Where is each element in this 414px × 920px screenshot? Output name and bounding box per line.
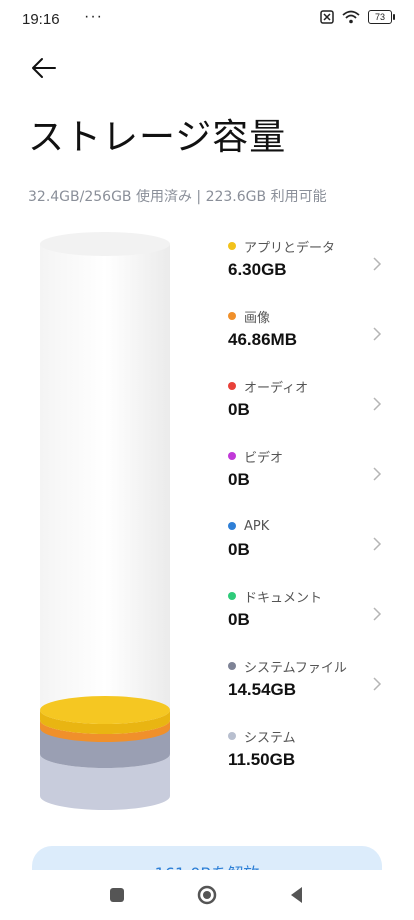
chevron-right-icon <box>373 467 382 481</box>
chevron-right-icon <box>373 677 382 691</box>
storage-cylinder-chart <box>40 232 170 810</box>
category-color-dot <box>228 382 236 390</box>
system-nav-bar <box>0 870 414 920</box>
category-system-files[interactable]: システムファイル 14.54GB <box>228 656 388 726</box>
chevron-right-icon <box>373 327 382 341</box>
category-color-dot <box>228 662 236 670</box>
category-label: ビデオ <box>244 450 284 466</box>
category-images[interactable]: 画像 46.86MB <box>228 306 388 376</box>
category-system: システム 11.50GB <box>228 726 388 796</box>
category-apps-data[interactable]: アプリとデータ 6.30GB <box>228 236 388 306</box>
category-apk[interactable]: APK 0B <box>228 516 388 586</box>
chevron-right-icon <box>373 537 382 551</box>
category-size: 0B <box>228 540 250 559</box>
storage-category-list: アプリとデータ 6.30GB 画像 46.86MB オーディオ 0B ビデオ 0… <box>228 236 388 796</box>
back-nav-button[interactable] <box>286 884 308 906</box>
status-icons: 73 <box>320 10 395 24</box>
category-size: 0B <box>228 400 250 419</box>
storage-summary: 32.4GB/256GB 使用済み | 223.6GB 利用可能 <box>28 189 327 205</box>
battery-icon: 73 <box>368 10 395 24</box>
category-color-dot <box>228 312 236 320</box>
category-size: 11.50GB <box>228 750 296 769</box>
category-label: ドキュメント <box>244 590 323 606</box>
category-size: 0B <box>228 610 250 629</box>
back-button[interactable] <box>30 54 58 82</box>
home-button[interactable] <box>196 884 218 906</box>
page-title: ストレージ容量 <box>28 117 287 158</box>
category-color-dot <box>228 592 236 600</box>
category-size: 0B <box>228 470 250 489</box>
category-label: APK <box>244 518 270 534</box>
category-video[interactable]: ビデオ 0B <box>228 446 388 516</box>
category-documents[interactable]: ドキュメント 0B <box>228 586 388 656</box>
category-color-dot <box>228 242 236 250</box>
category-label: システムファイル <box>244 660 347 676</box>
notification-more-icon: ··· <box>84 8 103 25</box>
category-color-dot <box>228 452 236 460</box>
category-size: 6.30GB <box>228 260 287 279</box>
category-audio[interactable]: オーディオ 0B <box>228 376 388 446</box>
category-size: 46.86MB <box>228 330 297 349</box>
status-time: 19:16 <box>22 11 60 28</box>
category-label: 画像 <box>244 310 271 326</box>
status-bar: 19:16 ··· 73 <box>0 0 414 40</box>
category-label: オーディオ <box>244 380 309 396</box>
category-color-dot <box>228 522 236 530</box>
category-color-dot <box>228 732 236 740</box>
chevron-right-icon <box>373 397 382 411</box>
recents-button[interactable] <box>106 884 128 906</box>
category-label: アプリとデータ <box>244 240 336 256</box>
chevron-right-icon <box>373 257 382 271</box>
chevron-right-icon <box>373 607 382 621</box>
back-arrow-icon <box>32 58 56 78</box>
category-label: システム <box>244 730 296 746</box>
category-size: 14.54GB <box>228 680 297 699</box>
wifi-icon <box>342 10 360 24</box>
no-sim-icon <box>320 10 334 24</box>
